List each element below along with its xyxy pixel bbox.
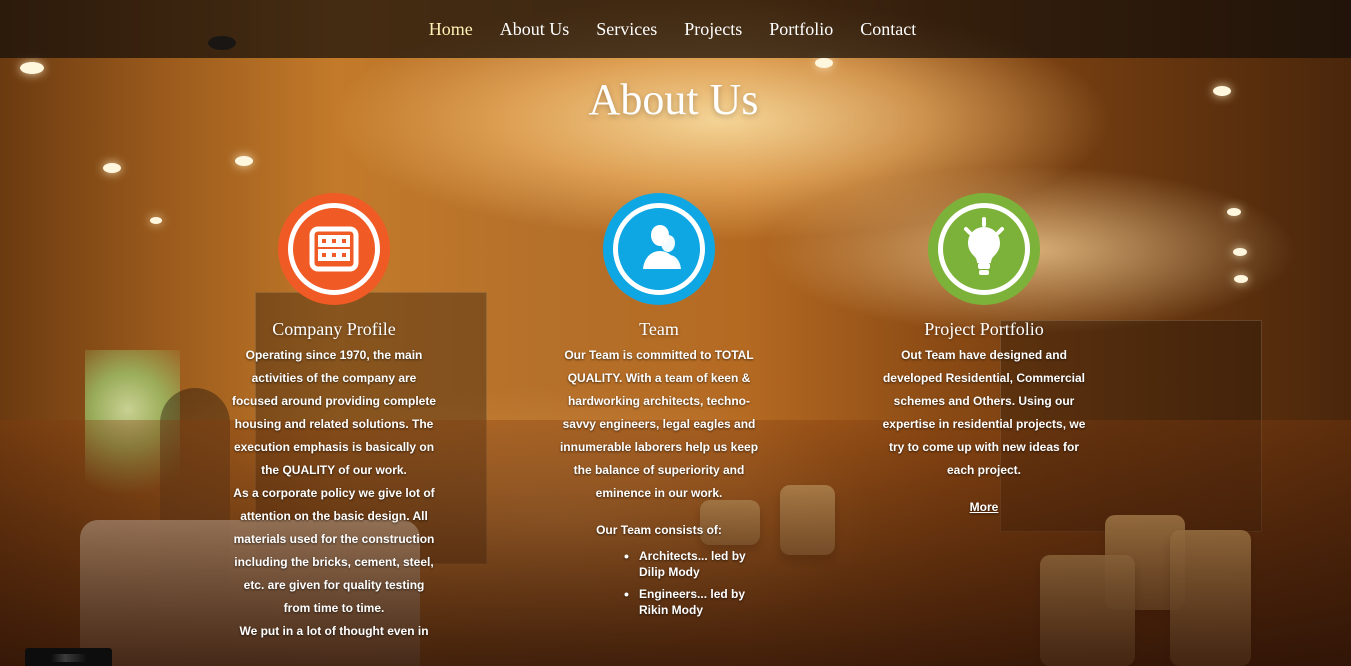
- ceiling-light: [103, 163, 121, 173]
- team-heading: Team: [639, 319, 679, 339]
- project-portfolio-column: Project Portfolio Out Team have designed…: [879, 193, 1089, 516]
- company-profile-icon-circle: [278, 193, 390, 305]
- team-list-item: Engineers... led by Rikin Mody: [621, 586, 771, 618]
- nav-contact[interactable]: Contact: [860, 19, 916, 40]
- company-profile-heading: Company Profile: [272, 319, 396, 339]
- top-navbar: Home About Us Services Projects Portfoli…: [0, 0, 1351, 58]
- company-profile-text-2: As a corporate policy we give lot of att…: [233, 486, 435, 615]
- company-profile-column: Company Profile Operating since 1970, th…: [229, 193, 439, 643]
- ceiling-light: [235, 156, 253, 166]
- team-list: Architects... led by Dilip Mody Engineer…: [621, 548, 771, 618]
- team-icon-circle: [603, 193, 715, 305]
- tab-hint-graphic: [51, 654, 87, 662]
- plant: [85, 350, 180, 520]
- team-icon: [613, 203, 705, 295]
- nav-portfolio[interactable]: Portfolio: [769, 19, 833, 40]
- more-link[interactable]: More: [970, 500, 999, 514]
- lightbulb-icon: [938, 203, 1030, 295]
- ceiling-light: [20, 62, 44, 74]
- section-title: About Us: [588, 75, 759, 124]
- ceiling-light: [815, 58, 833, 68]
- project-portfolio-text: Out Team have designed and developed Res…: [882, 348, 1086, 477]
- team-consists-label: Our Team consists of:: [596, 523, 722, 537]
- project-portfolio-heading: Project Portfolio: [924, 319, 1044, 339]
- ceiling-light: [1234, 275, 1248, 283]
- team-list-item: Architects... led by Dilip Mody: [621, 548, 771, 580]
- grid-icon: [288, 203, 380, 295]
- team-column: Team Our Team is committed to TOTAL QUAL…: [554, 193, 764, 624]
- nav-home[interactable]: Home: [429, 19, 473, 40]
- person: [160, 388, 230, 588]
- company-profile-text-3: We put in a lot of thought even in: [239, 624, 429, 638]
- main-navigation: Home About Us Services Projects Portfoli…: [0, 0, 1348, 58]
- company-profile-text-1: Operating since 1970, the main activitie…: [231, 348, 437, 477]
- armchair: [1040, 555, 1135, 666]
- bottom-left-tab[interactable]: [25, 648, 112, 666]
- armchair: [780, 485, 835, 555]
- ceiling-light: [150, 217, 162, 224]
- nav-services[interactable]: Services: [596, 19, 657, 40]
- armchair: [1105, 515, 1185, 610]
- team-text-1: Our Team is committed to TOTAL QUALITY. …: [559, 348, 759, 500]
- armchair: [1170, 530, 1251, 666]
- project-portfolio-icon-circle: [928, 193, 1040, 305]
- nav-about-us[interactable]: About Us: [500, 19, 570, 40]
- ceiling-light: [1233, 248, 1247, 256]
- nav-projects[interactable]: Projects: [684, 19, 742, 40]
- ceiling-light: [1227, 208, 1241, 216]
